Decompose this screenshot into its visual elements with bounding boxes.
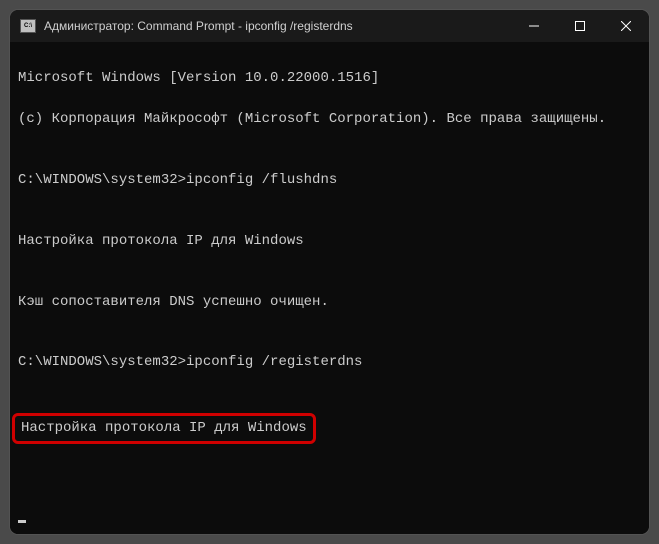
cursor-line <box>18 505 641 525</box>
terminal-line <box>18 464 641 484</box>
minimize-icon <box>529 21 539 31</box>
terminal-line: (c) Корпорация Майкрософт (Microsoft Cor… <box>18 109 641 129</box>
minimize-button[interactable] <box>511 10 557 42</box>
terminal-line: Microsoft Windows [Version 10.0.22000.15… <box>18 68 641 88</box>
highlighted-line: Настройка протокола IP для Windows <box>18 413 641 443</box>
terminal-line: Настройка протокола IP для Windows <box>18 231 641 251</box>
maximize-icon <box>575 21 585 31</box>
terminal-line: C:\WINDOWS\system32>ipconfig /flushdns <box>18 170 641 190</box>
terminal-line: C:\WINDOWS\system32>ipconfig /registerdn… <box>18 352 641 372</box>
command-prompt-window: C:\ Администратор: Command Prompt - ipco… <box>10 10 649 534</box>
maximize-button[interactable] <box>557 10 603 42</box>
terminal-line: Кэш сопоставителя DNS успешно очищен. <box>18 292 641 312</box>
highlight-annotation: Настройка протокола IP для Windows <box>12 413 316 443</box>
terminal-output[interactable]: Microsoft Windows [Version 10.0.22000.15… <box>10 42 649 534</box>
window-title: Администратор: Command Prompt - ipconfig… <box>44 19 511 33</box>
text-cursor <box>18 520 26 523</box>
titlebar[interactable]: C:\ Администратор: Command Prompt - ipco… <box>10 10 649 42</box>
close-button[interactable] <box>603 10 649 42</box>
close-icon <box>621 21 631 31</box>
cmd-icon: C:\ <box>20 19 36 33</box>
window-controls <box>511 10 649 42</box>
